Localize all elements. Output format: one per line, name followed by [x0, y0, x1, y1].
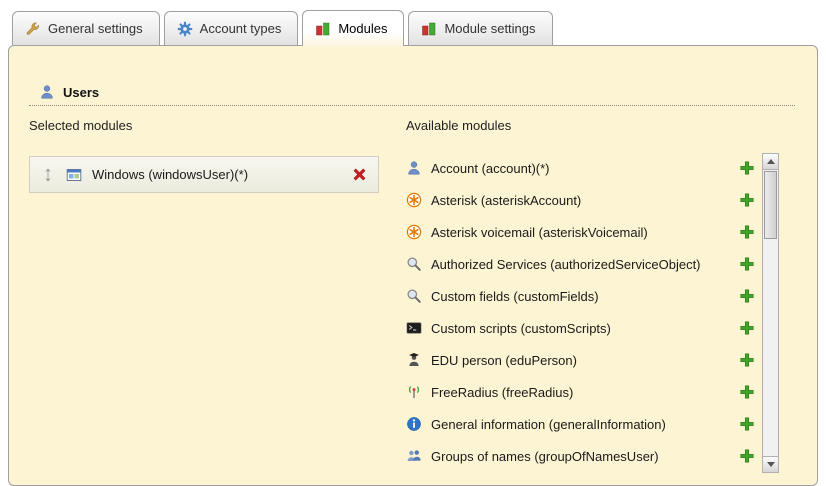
available-modules-list: Account (account)(*) Asterisk (asteriskA… [406, 152, 756, 472]
add-module-button[interactable] [738, 447, 756, 465]
asterisk-icon [406, 192, 422, 208]
available-module-label: Custom scripts (customScripts) [431, 321, 611, 336]
delete-icon [351, 166, 368, 183]
scroll-down-button[interactable] [763, 456, 778, 472]
magnifier-icon [406, 256, 422, 272]
plus-icon [739, 224, 755, 240]
asterisk-icon [406, 224, 422, 240]
add-module-button[interactable] [738, 223, 756, 241]
add-module-button[interactable] [738, 319, 756, 337]
available-module-row: Custom scripts (customScripts) [406, 312, 756, 344]
plus-icon [739, 288, 755, 304]
plus-icon [739, 192, 755, 208]
add-module-button[interactable] [738, 191, 756, 209]
plus-icon [739, 352, 755, 368]
tab-general-settings[interactable]: General settings [12, 11, 160, 45]
selected-module-label: Windows (windowsUser)(*) [92, 167, 248, 182]
available-module-label: Asterisk voicemail (asteriskVoicemail) [431, 225, 648, 240]
modules-icon [315, 21, 331, 37]
modules-panel: Users Selected modules Available modules… [8, 45, 818, 486]
scrollbar-thumb[interactable] [764, 171, 777, 239]
add-module-button[interactable] [738, 415, 756, 433]
available-module-label: Asterisk (asteriskAccount) [431, 193, 581, 208]
remove-module-button[interactable] [350, 166, 368, 184]
tab-label: Account types [200, 21, 282, 36]
available-module-row: Authorized Services (authorizedServiceOb… [406, 248, 756, 280]
plus-icon [739, 448, 755, 464]
page: General settings Account types Modules M… [0, 0, 826, 486]
available-modules-heading: Available modules [406, 118, 511, 133]
tab-modules[interactable]: Modules [302, 10, 404, 46]
gear-icon [177, 21, 193, 37]
tab-label: Module settings [444, 21, 535, 36]
available-module-row: Asterisk voicemail (asteriskVoicemail) [406, 216, 756, 248]
available-module-row: Asterisk (asteriskAccount) [406, 184, 756, 216]
plus-icon [739, 320, 755, 336]
available-module-label: Authorized Services (authorizedServiceOb… [431, 257, 701, 272]
add-module-button[interactable] [738, 383, 756, 401]
available-module-label: Account (account)(*) [431, 161, 550, 176]
wrench-icon [25, 21, 41, 37]
antenna-icon [406, 384, 422, 400]
tab-label: General settings [48, 21, 143, 36]
triangle-up-icon [767, 159, 775, 164]
terminal-icon [406, 320, 422, 336]
drag-handle-icon[interactable] [40, 167, 56, 183]
triangle-down-icon [767, 462, 775, 467]
available-module-label: Groups of names (groupOfNamesUser) [431, 449, 659, 464]
tab-bar: General settings Account types Modules M… [12, 10, 553, 46]
plus-icon [739, 384, 755, 400]
plus-icon [739, 416, 755, 432]
available-module-row: EDU person (eduPerson) [406, 344, 756, 376]
selected-modules-heading: Selected modules [29, 118, 132, 133]
magnifier-icon [406, 288, 422, 304]
windows-icon [66, 167, 82, 183]
available-modules-scrollbar[interactable] [762, 153, 779, 473]
plus-icon [739, 160, 755, 176]
available-module-row: Groups of names (groupOfNamesUser) [406, 440, 756, 472]
tab-module-settings[interactable]: Module settings [408, 11, 552, 45]
section-divider [29, 90, 795, 106]
scroll-up-button[interactable] [763, 154, 778, 170]
available-module-label: Custom fields (customFields) [431, 289, 599, 304]
available-module-row: Custom fields (customFields) [406, 280, 756, 312]
available-module-label: EDU person (eduPerson) [431, 353, 577, 368]
available-module-label: FreeRadius (freeRadius) [431, 385, 573, 400]
person-icon [406, 160, 422, 176]
info-icon [406, 416, 422, 432]
available-module-row: FreeRadius (freeRadius) [406, 376, 756, 408]
add-module-button[interactable] [738, 351, 756, 369]
group-icon [406, 448, 422, 464]
modules-icon [421, 21, 437, 37]
available-module-row: General information (generalInformation) [406, 408, 756, 440]
available-module-label: General information (generalInformation) [431, 417, 666, 432]
available-module-row: Account (account)(*) [406, 152, 756, 184]
selected-module-row[interactable]: Windows (windowsUser)(*) [29, 156, 379, 193]
add-module-button[interactable] [738, 255, 756, 273]
tab-account-types[interactable]: Account types [164, 11, 299, 45]
edu-person-icon [406, 352, 422, 368]
add-module-button[interactable] [738, 287, 756, 305]
tab-label: Modules [338, 21, 387, 36]
plus-icon [739, 256, 755, 272]
add-module-button[interactable] [738, 159, 756, 177]
